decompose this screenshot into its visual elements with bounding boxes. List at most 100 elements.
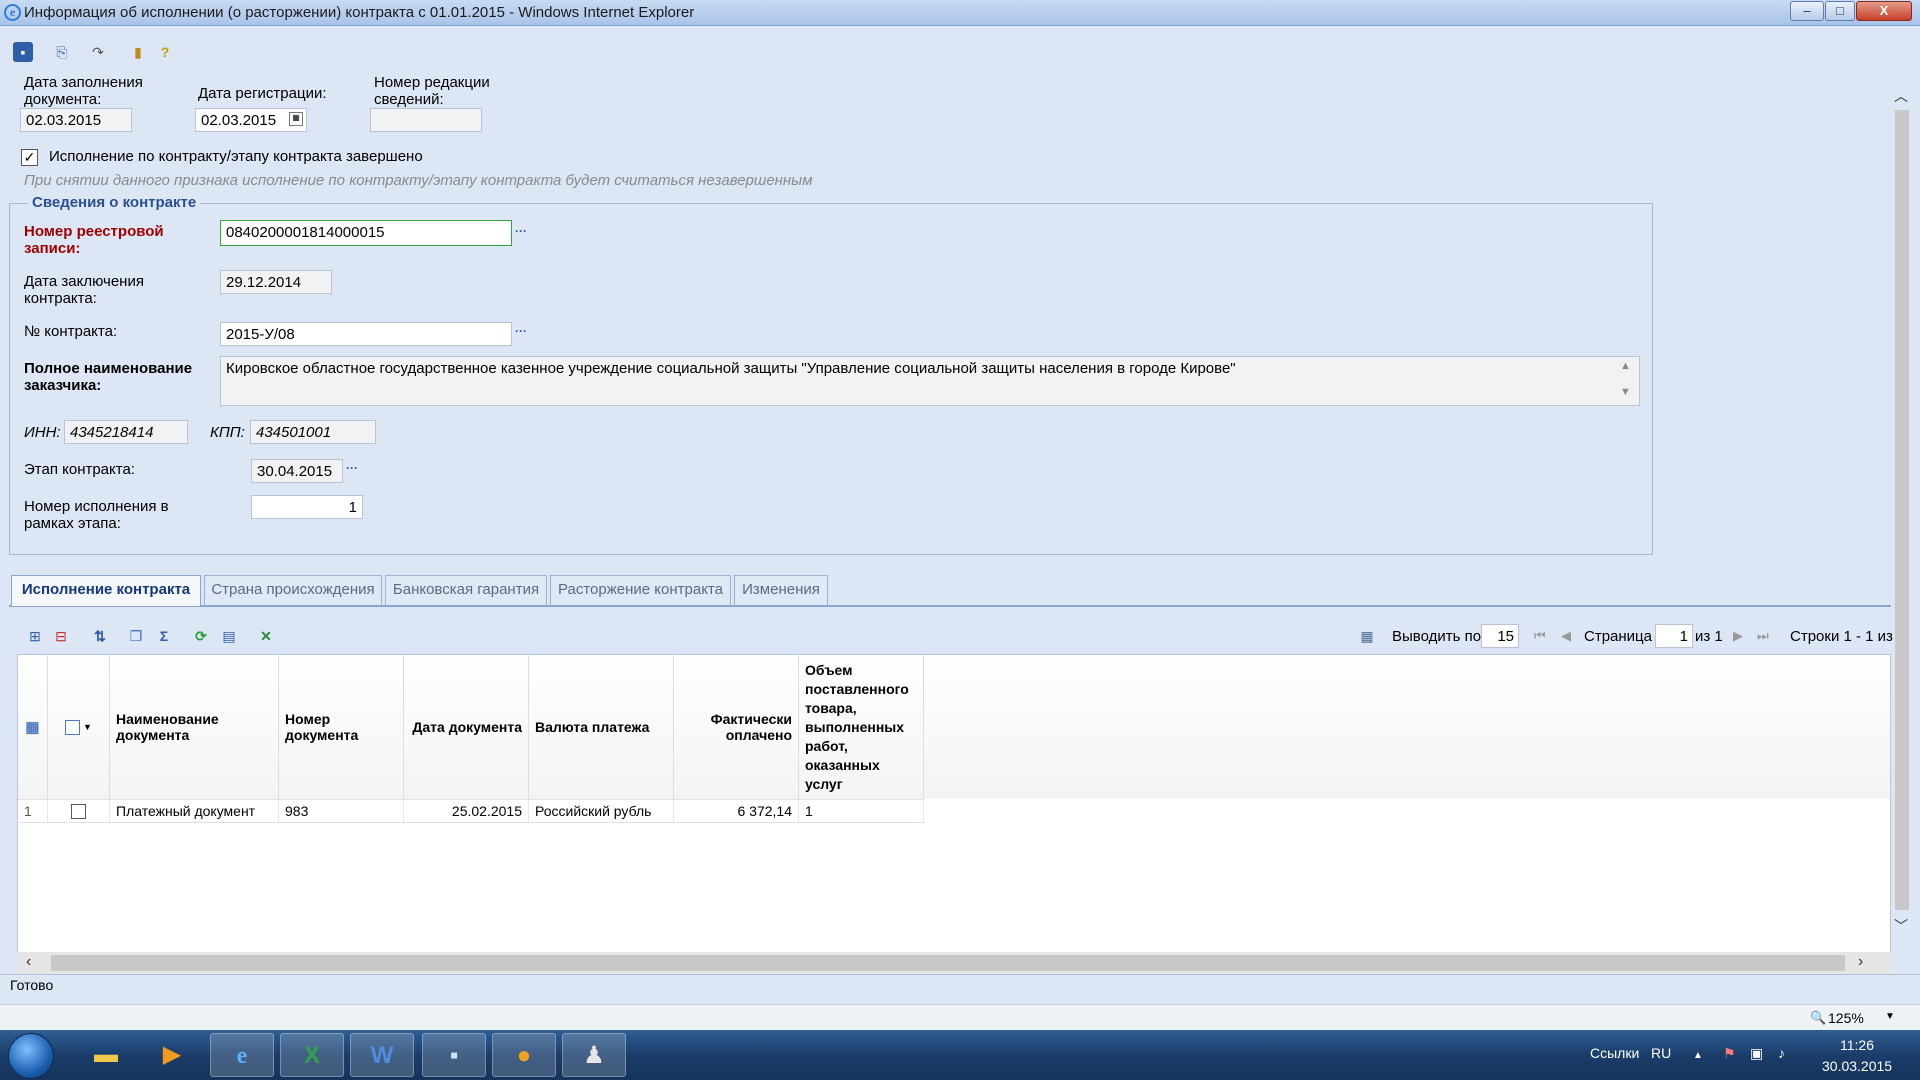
grid-settings-icon[interactable]: ▦	[1357, 626, 1377, 646]
cell-volume[interactable]: 1	[799, 799, 924, 823]
volume-icon[interactable]: ♪	[1778, 1045, 1785, 1061]
redo-icon[interactable]: ↷	[88, 42, 108, 62]
cell-doc-name[interactable]: Платежный документ	[110, 799, 279, 823]
export-icon[interactable]: ⎘	[52, 42, 72, 62]
hscroll-left-icon[interactable]: ‹	[26, 953, 31, 971]
registry-select-button[interactable]: ···	[512, 222, 530, 246]
reg-date-label: Дата регистрации:	[198, 85, 327, 102]
page-scrollbar-thumb[interactable]	[1895, 110, 1909, 910]
tab-termination[interactable]: Расторжение контракта	[550, 575, 731, 605]
save-icon[interactable]: ▪	[13, 42, 33, 62]
delete-row-icon[interactable]: ⊟	[51, 626, 71, 646]
completion-checkbox[interactable]: ✓	[21, 149, 38, 166]
prev-page-icon[interactable]: ◀	[1561, 628, 1571, 644]
col-currency[interactable]: Валюта платежа	[529, 655, 674, 799]
customer-field[interactable]: Кировское областное государственное казе…	[220, 356, 1640, 406]
page-number-field[interactable]: 1	[1655, 624, 1693, 648]
media-player-icon[interactable]: ▶	[140, 1033, 204, 1077]
excel-icon[interactable]: X	[280, 1033, 344, 1077]
maximize-button[interactable]: □	[1825, 1, 1855, 21]
add-row-icon[interactable]: ⊞	[25, 626, 45, 646]
exec-number-field[interactable]: 1	[251, 495, 363, 519]
col-doc-date[interactable]: Дата документа	[404, 655, 529, 799]
language-indicator[interactable]: RU	[1651, 1045, 1671, 1061]
refresh-icon[interactable]: ⟳	[191, 626, 211, 646]
row-checkbox[interactable]	[71, 804, 86, 819]
app-orange-icon[interactable]: ●	[492, 1033, 556, 1077]
page-label: Страница	[1584, 628, 1652, 645]
stage-select-button[interactable]: ···	[343, 459, 361, 483]
tab-country[interactable]: Страна происхождения	[204, 575, 382, 605]
grid-hscrollbar-thumb[interactable]	[51, 955, 1845, 971]
grid-hscrollbar[interactable]	[17, 952, 1891, 974]
row-checkbox-cell[interactable]	[48, 799, 110, 823]
page-size-label: Выводить по	[1392, 628, 1482, 645]
col-paid[interactable]: Фактически оплачено	[674, 655, 799, 799]
cell-doc-number[interactable]: 983	[279, 799, 404, 823]
last-page-icon[interactable]: ⏭	[1757, 628, 1769, 644]
conclusion-field[interactable]: 29.12.2014	[220, 270, 332, 294]
stage-field[interactable]: 30.04.2015	[251, 459, 343, 483]
select-menu-chevron-down-icon[interactable]: ▼	[83, 722, 92, 732]
inn-field[interactable]: 4345218414	[64, 420, 188, 444]
col-doc-number[interactable]: Номер документа	[279, 655, 404, 799]
inn-label: ИНН:	[24, 424, 61, 441]
zoom-level[interactable]: 125%	[1828, 1010, 1864, 1026]
grid-select-all-header[interactable]: ▼	[48, 655, 110, 799]
word-icon[interactable]: W	[350, 1033, 414, 1077]
excel-export-icon[interactable]: ✕	[256, 626, 276, 646]
select-all-checkbox[interactable]	[65, 719, 81, 735]
page-scrollbar[interactable]	[1893, 80, 1911, 940]
links-label[interactable]: Ссылки	[1590, 1045, 1639, 1061]
cell-paid[interactable]: 6 372,14	[674, 799, 799, 823]
rows-range-label: Строки 1 - 1 из	[1790, 628, 1893, 645]
start-button[interactable]	[8, 1033, 54, 1079]
tab-bank-guarantee[interactable]: Банковская гарантия	[385, 575, 547, 605]
first-page-icon[interactable]: ⏮	[1534, 628, 1546, 644]
close-button[interactable]: X	[1856, 1, 1912, 21]
sort-icon[interactable]: ⇅	[90, 626, 110, 646]
hscroll-right-icon[interactable]: ›	[1858, 953, 1863, 971]
minimize-button[interactable]: –	[1790, 1, 1824, 21]
zoom-icon[interactable]: 🔍	[1810, 1010, 1826, 1026]
kpp-field[interactable]: 434501001	[250, 420, 376, 444]
clock-date[interactable]: 30.03.2015	[1822, 1058, 1892, 1074]
col-volume[interactable]: Объем поставленного товара, выполненных …	[799, 655, 924, 799]
explorer-icon[interactable]: ▬	[74, 1033, 138, 1077]
help-icon[interactable]: ?	[155, 42, 175, 62]
tray-expand-icon[interactable]: ▲	[1693, 1050, 1703, 1061]
tab-execution[interactable]: Исполнение контракта	[11, 575, 201, 606]
columns-icon[interactable]: ▤	[219, 626, 239, 646]
app-scholar-icon[interactable]: ♟	[562, 1033, 626, 1077]
scroll-up-icon[interactable]: ▲	[1620, 360, 1631, 372]
page-size-field[interactable]: 15	[1481, 624, 1519, 648]
fill-date-field[interactable]: 02.03.2015	[20, 108, 132, 132]
tab-changes[interactable]: Изменения	[734, 575, 828, 605]
floppy-app-icon[interactable]: ▪	[422, 1033, 486, 1077]
zoom-chevron-down-icon[interactable]: ▼	[1885, 1011, 1895, 1022]
cell-doc-date[interactable]: 25.02.2015	[404, 799, 529, 823]
calendar-icon[interactable]: ▦	[289, 112, 303, 126]
ie-statusbar: 🔍 125% ▼	[0, 1004, 1920, 1030]
contract-number-field[interactable]: 2015-У/08	[220, 322, 512, 346]
next-page-icon[interactable]: ▶	[1733, 628, 1743, 644]
copy-row-icon[interactable]: ❐	[126, 626, 146, 646]
page-scroll-down-icon[interactable]: ﹀	[1894, 916, 1908, 936]
col-doc-name[interactable]: Наименование документа	[110, 655, 279, 799]
sum-icon[interactable]: Σ	[154, 626, 174, 646]
flag-icon[interactable]: ⚑	[1723, 1045, 1736, 1062]
customer-label: Полное наименование заказчика:	[24, 360, 193, 394]
cell-currency[interactable]: Российский рубль	[529, 799, 674, 823]
registry-field[interactable]: 0840200001814000015	[220, 220, 512, 246]
contract-number-select-button[interactable]: ···	[512, 322, 530, 346]
registry-label: Номер реестровой записи:	[24, 223, 164, 257]
grid-column-chooser[interactable]: ▦	[18, 655, 48, 799]
clock-time[interactable]: 11:26	[1840, 1037, 1874, 1053]
network-icon[interactable]: ▣	[1750, 1045, 1763, 1062]
page-scroll-up-icon[interactable]: ︿	[1894, 86, 1908, 106]
copy-icon[interactable]: ▮	[128, 42, 148, 62]
column-chooser-icon[interactable]: ▦	[25, 718, 39, 736]
edition-field[interactable]	[370, 108, 482, 132]
ie-taskbar-icon[interactable]: e	[210, 1033, 274, 1077]
scroll-down-icon[interactable]: ▼	[1620, 386, 1631, 398]
